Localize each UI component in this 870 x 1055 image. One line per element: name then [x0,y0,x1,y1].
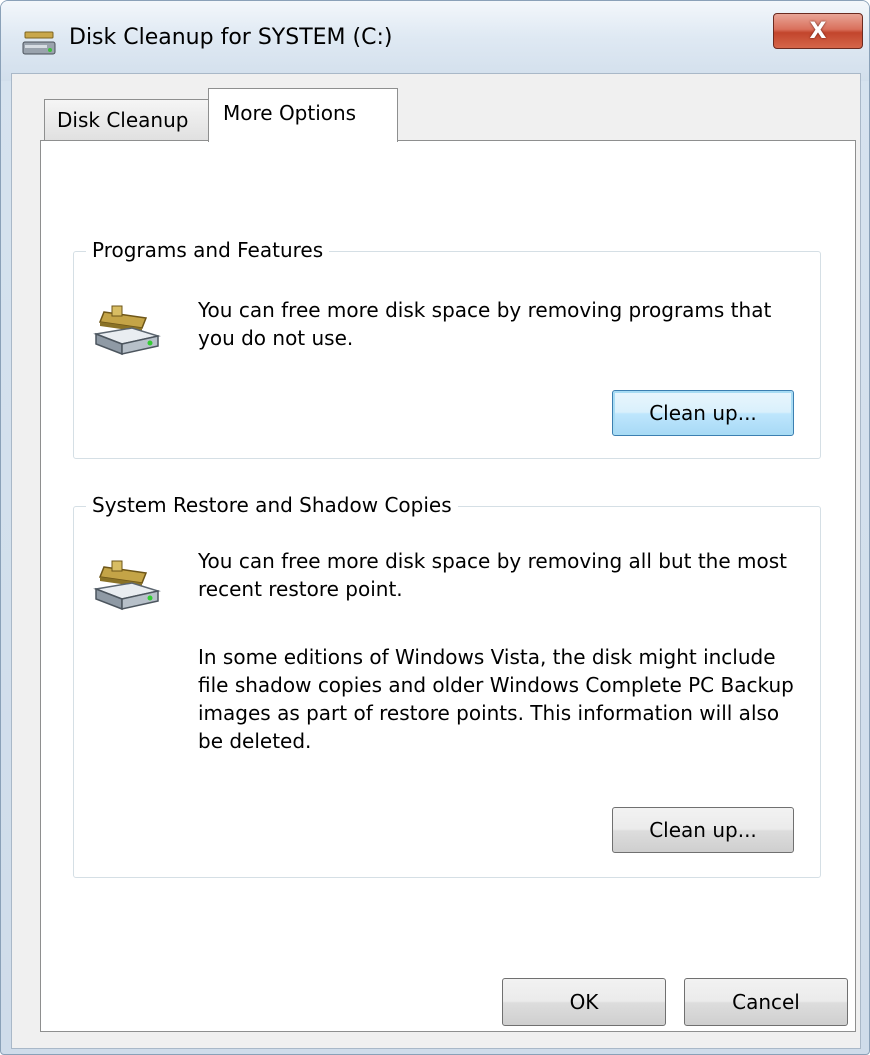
programs-and-features-title: Programs and Features [86,238,330,262]
programs-description: You can free more disk space by removing… [198,298,772,350]
disk-cleanup-drive-icon [93,305,161,356]
close-button[interactable]: X [773,13,863,49]
programs-and-features-group: Programs and Features You can free more … [73,238,821,459]
cancel-button[interactable]: Cancel [684,978,848,1026]
more-options-panel: Programs and Features You can free more … [40,140,856,1032]
system-restore-title: System Restore and Shadow Copies [86,493,458,517]
disk-cleanup-app-icon [22,31,56,55]
dialog-client-area: Disk Cleanup More Options Programs and F… [11,73,861,1049]
programs-clean-up-button[interactable]: Clean up... [612,390,794,436]
system-restore-group: System Restore and Shadow Copies You can… [73,493,821,878]
tab-disk-cleanup[interactable]: Disk Cleanup [44,99,220,141]
ok-button[interactable]: OK [502,978,666,1026]
window-title: Disk Cleanup for SYSTEM (C:) [69,25,393,50]
disk-cleanup-window: Disk Cleanup for SYSTEM (C:) X Disk Clea… [0,0,870,1055]
close-icon: X [809,18,827,44]
disk-cleanup-drive-icon [93,560,161,611]
restore-description-2: In some editions of Windows Vista, the d… [198,645,794,753]
tab-more-options[interactable]: More Options [208,88,398,142]
restore-clean-up-button[interactable]: Clean up... [612,807,794,853]
restore-description-1: You can free more disk space by removing… [198,549,787,601]
title-bar[interactable]: Disk Cleanup for SYSTEM (C:) X [1,1,869,81]
